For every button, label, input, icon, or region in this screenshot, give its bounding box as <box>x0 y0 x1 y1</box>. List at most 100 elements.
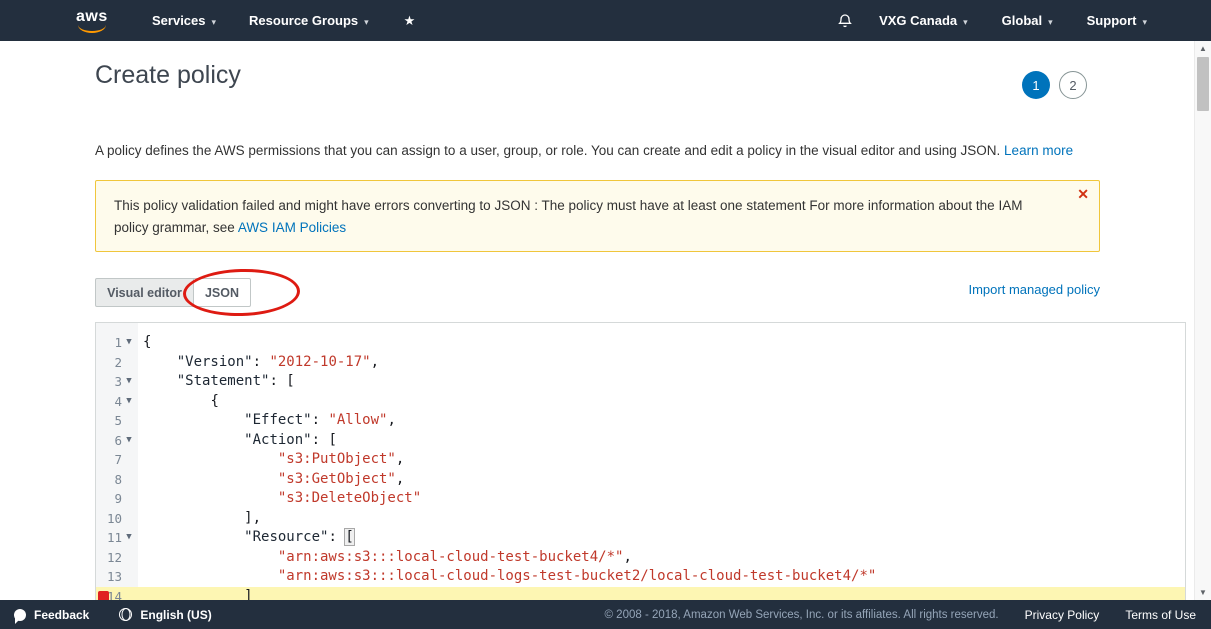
aws-logo[interactable]: aws <box>76 8 110 34</box>
line-number: 1 <box>96 333 122 353</box>
line-number: 6 <box>96 431 122 451</box>
editor-line: 12 "arn:aws:s3:::local-cloud-test-bucket… <box>96 548 1185 568</box>
feedback-bubble-icon <box>14 609 26 621</box>
error-marker-icon <box>98 591 109 601</box>
json-policy-editor[interactable]: 1▼{2 "Version": "2012-10-17",3▼ "Stateme… <box>95 322 1186 600</box>
nav-resource-groups-label: Resource Groups <box>249 13 369 28</box>
line-number: 3 <box>96 372 122 392</box>
footer-bar: Feedback English (US) © 2008 - 2018, Ama… <box>0 600 1211 629</box>
aws-smile-icon <box>78 24 106 33</box>
nav-resource-groups-menu[interactable]: Resource Groups <box>249 13 369 28</box>
learn-more-link[interactable]: Learn more <box>1004 143 1073 158</box>
tab-visual-editor-label: Visual editor <box>107 286 182 300</box>
main-content: Create policy 1 2 A policy defines the A… <box>0 41 1194 600</box>
line-number: 4 <box>96 392 122 412</box>
aws-logo-text: aws <box>76 8 108 25</box>
editor-gutter-cell: 1▼ <box>96 333 138 353</box>
scrollbar-up-icon[interactable]: ▲ <box>1195 44 1211 53</box>
editor-gutter-cell: 11▼ <box>96 528 138 548</box>
editor-line: 14 ] <box>96 587 1185 601</box>
validation-alert-text: This policy validation failed and might … <box>96 181 1099 239</box>
tab-json[interactable]: JSON <box>193 278 251 307</box>
editor-code: "Action": [ <box>138 431 337 451</box>
fold-icon[interactable]: ▼ <box>122 392 136 412</box>
line-number: 12 <box>96 548 122 568</box>
editor-line: 11▼ "Resource": [ <box>96 528 1185 548</box>
editor-gutter-cell: 5 <box>96 411 138 431</box>
nav-region-menu[interactable]: Global <box>1002 13 1053 28</box>
wizard-step-2[interactable]: 2 <box>1059 71 1087 99</box>
top-navigation-bar: aws Services Resource Groups ★ VXG Canad… <box>0 0 1211 41</box>
close-icon[interactable]: ✕ <box>1077 186 1089 202</box>
scrollbar-thumb[interactable] <box>1197 57 1209 111</box>
editor-line: 2 "Version": "2012-10-17", <box>96 353 1185 373</box>
editor-code: "arn:aws:s3:::local-cloud-test-bucket4/*… <box>138 548 632 568</box>
line-number: 5 <box>96 411 122 431</box>
editor-gutter-cell: 3▼ <box>96 372 138 392</box>
aws-iam-policies-link[interactable]: AWS IAM Policies <box>238 220 346 235</box>
editor-line: 10 ], <box>96 509 1185 529</box>
line-number: 13 <box>96 567 122 587</box>
nav-services-label: Services <box>152 13 216 28</box>
nav-account-label: VXG Canada <box>879 13 968 28</box>
copyright-text: © 2008 - 2018, Amazon Web Services, Inc.… <box>605 609 999 621</box>
wizard-steps: 1 2 <box>1022 71 1087 99</box>
line-number: 8 <box>96 470 122 490</box>
editor-gutter-cell: 12 <box>96 548 138 568</box>
editor-code: { <box>138 333 151 353</box>
feedback-button[interactable]: Feedback <box>14 608 89 622</box>
editor-line: 13 "arn:aws:s3:::local-cloud-logs-test-b… <box>96 567 1185 587</box>
terms-of-use-link[interactable]: Terms of Use <box>1125 608 1196 622</box>
fold-icon[interactable]: ▼ <box>122 431 136 451</box>
scrollbar-down-icon[interactable]: ▼ <box>1195 588 1211 597</box>
fold-icon[interactable]: ▼ <box>122 333 136 353</box>
editor-code: { <box>138 392 219 412</box>
editor-line: 9 "s3:DeleteObject" <box>96 489 1185 509</box>
nav-right-group: VXG Canada Global Support <box>837 13 1211 29</box>
editor-gutter-cell: 10 <box>96 509 138 529</box>
editor-gutter-cell: 13 <box>96 567 138 587</box>
tab-visual-editor[interactable]: Visual editor <box>95 278 194 307</box>
fold-icon[interactable]: ▼ <box>122 372 136 392</box>
editor-code: "Effect": "Allow", <box>138 411 396 431</box>
editor-code: "s3:DeleteObject" <box>138 489 421 509</box>
line-number: 2 <box>96 353 122 373</box>
wizard-step-2-label: 2 <box>1069 78 1076 93</box>
nav-support-menu[interactable]: Support <box>1087 13 1147 28</box>
nav-region-label: Global <box>1002 13 1053 28</box>
globe-icon <box>119 608 132 621</box>
import-managed-policy-link[interactable]: Import managed policy <box>968 282 1100 297</box>
page-description: A policy defines the AWS permissions tha… <box>95 141 1105 160</box>
page-title: Create policy <box>95 61 241 90</box>
notifications-bell-icon[interactable] <box>837 13 853 29</box>
editor-code: "arn:aws:s3:::local-cloud-logs-test-buck… <box>138 567 876 587</box>
feedback-label: Feedback <box>34 608 89 622</box>
fold-icon[interactable]: ▼ <box>122 528 136 548</box>
tab-json-label: JSON <box>205 286 239 300</box>
page-scrollbar[interactable]: ▲ ▼ <box>1194 41 1211 600</box>
editor-code: "s3:GetObject", <box>138 470 404 490</box>
editor-code: "Version": "2012-10-17", <box>138 353 379 373</box>
language-selector[interactable]: English (US) <box>119 608 211 622</box>
nav-support-label: Support <box>1087 13 1147 28</box>
editor-code: "Resource": [ <box>138 528 354 548</box>
privacy-policy-link[interactable]: Privacy Policy <box>1025 608 1100 622</box>
pin-icon[interactable]: ★ <box>404 13 416 29</box>
editor-code: ] <box>138 587 253 601</box>
line-number: 9 <box>96 489 122 509</box>
editor-code: ], <box>138 509 261 529</box>
editor-line: 3▼ "Statement": [ <box>96 372 1185 392</box>
editor-code: "Statement": [ <box>138 372 295 392</box>
editor-line: 1▼{ <box>96 333 1185 353</box>
nav-account-menu[interactable]: VXG Canada <box>879 13 968 28</box>
nav-services-menu[interactable]: Services <box>152 13 216 28</box>
editor-line: 5 "Effect": "Allow", <box>96 411 1185 431</box>
editor-line: 4▼ { <box>96 392 1185 412</box>
line-number: 10 <box>96 509 122 529</box>
editor-gutter-cell: 14 <box>96 587 138 601</box>
editor-gutter-cell: 8 <box>96 470 138 490</box>
wizard-step-1-label: 1 <box>1032 78 1039 93</box>
wizard-step-1[interactable]: 1 <box>1022 71 1050 99</box>
line-number: 11 <box>96 528 122 548</box>
editor-line: 7 "s3:PutObject", <box>96 450 1185 470</box>
